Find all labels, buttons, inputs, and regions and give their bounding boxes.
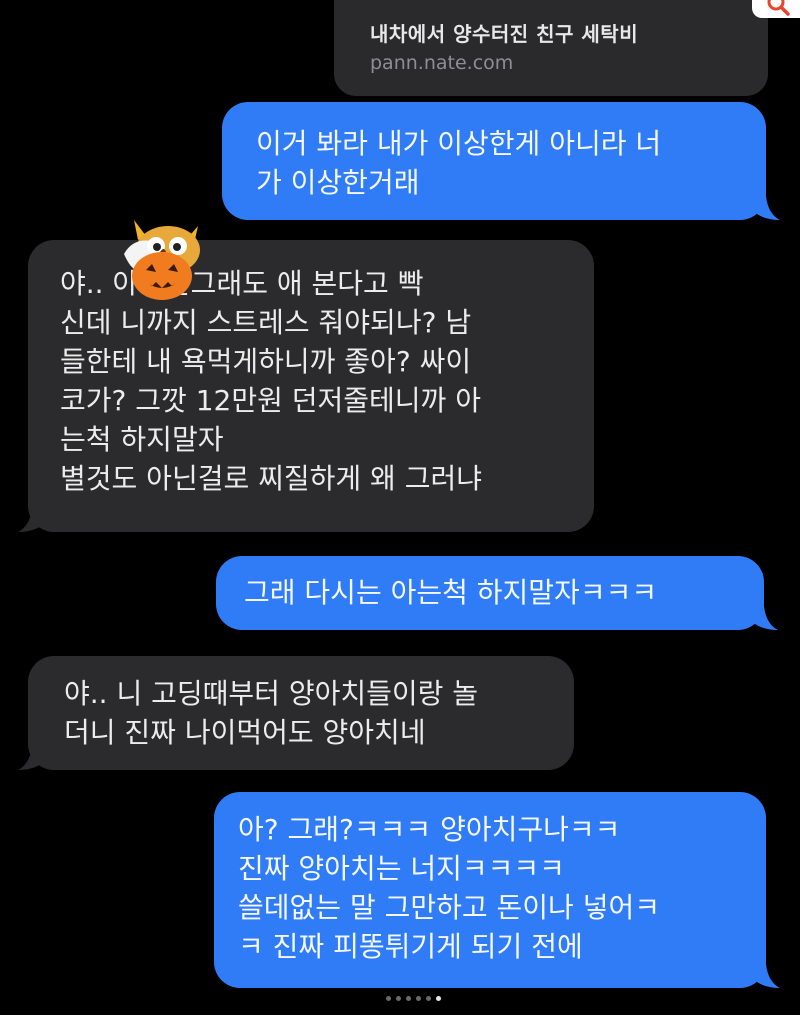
bubble-tail-outgoing — [752, 196, 780, 220]
link-preview-card[interactable]: 내차에서 양수터진 친구 세탁비 pann.nate.com — [334, 0, 768, 96]
pagination-dot[interactable] — [436, 996, 441, 1001]
search-icon — [767, 0, 790, 16]
message-bubble-outgoing[interactable]: 아? 그래?ㅋㅋㅋ 양아치구나ㅋㅋ 진짜 양아치는 너지ㅋㅋㅋㅋ 쓸데없는 말 … — [214, 792, 766, 988]
link-preview-title: 내차에서 양수터진 친구 세탁비 — [370, 22, 639, 46]
link-preview-url: pann.nate.com — [370, 52, 514, 74]
pagination-dot[interactable] — [426, 996, 431, 1001]
bubble-tail-outgoing — [750, 606, 778, 630]
message-bubble-incoming[interactable]: 야.. 니 고딩때부터 양아치들이랑 놀 더니 진짜 나이먹어도 양아치네 — [28, 656, 574, 770]
bubble-tail-outgoing — [752, 964, 780, 988]
message-bubble-outgoing[interactable]: 그래 다시는 아는척 하지말자ㅋㅋㅋ — [216, 556, 764, 630]
carousel-pagination[interactable] — [386, 996, 441, 1001]
bubble-tail-incoming — [18, 746, 46, 770]
pagination-dot[interactable] — [386, 996, 391, 1001]
bubble-tail-incoming — [18, 508, 46, 532]
pagination-dot[interactable] — [406, 996, 411, 1001]
pagination-dot[interactable] — [416, 996, 421, 1001]
pagination-dot[interactable] — [396, 996, 401, 1001]
message-bubble-outgoing[interactable]: 이거 봐라 내가 이상한게 아니라 너 가 이상한거래 — [222, 102, 766, 220]
pumpkin-monster-sticker-icon — [124, 220, 200, 300]
search-button[interactable] — [752, 0, 800, 18]
